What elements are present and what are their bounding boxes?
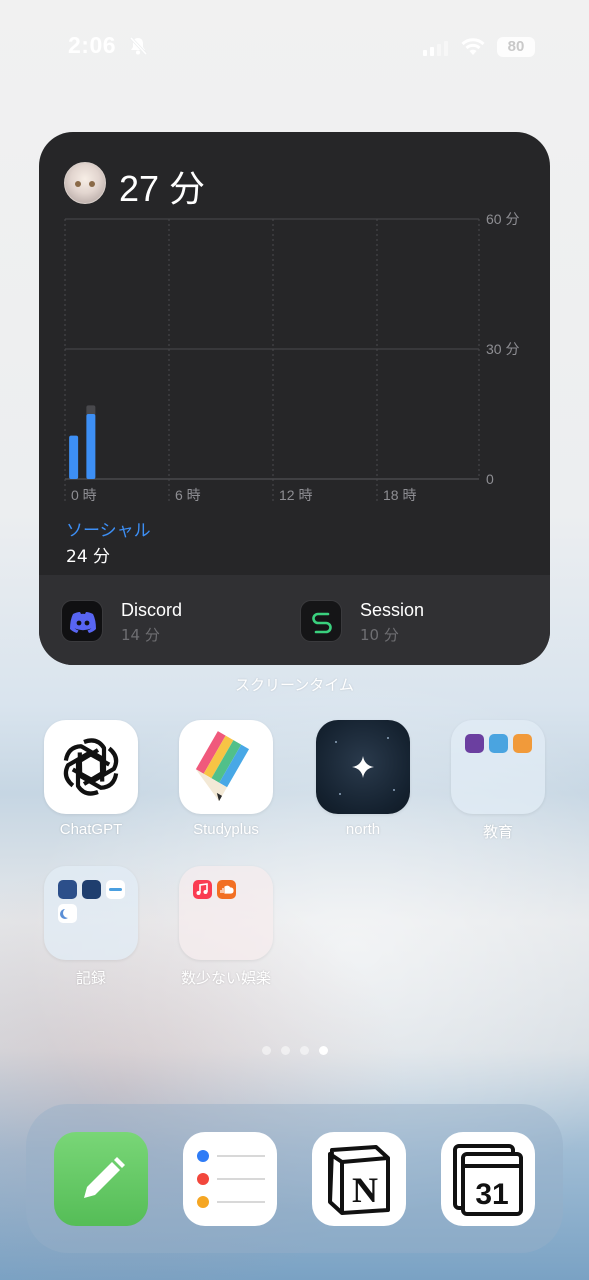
category-time: 24 分 [66, 547, 111, 567]
app-usage-discord[interactable]: Discord 14 分 [61, 600, 281, 644]
app-label: 記録 [75, 970, 106, 987]
app-name: Session [360, 600, 425, 620]
bird-app-icon [82, 880, 101, 899]
app-mini-icon [513, 734, 532, 753]
grape-app-icon [465, 734, 484, 753]
notion-glyph: N [352, 1170, 378, 1210]
app-label: 数少ない娯楽 [180, 970, 271, 987]
app-mini-icon [106, 880, 125, 899]
music-app-icon [193, 880, 212, 899]
calendar-glyph: 31 [475, 1178, 508, 1211]
page-dot[interactable] [280, 1046, 290, 1055]
app-chatgpt[interactable]: ChatGPT [26, 720, 156, 838]
bell-slash-icon [128, 36, 148, 60]
page-dot-active[interactable] [318, 1046, 328, 1055]
app-time: 14 分 [121, 626, 160, 644]
north-star-icon [316, 720, 410, 814]
x-tick-label: 12 時 [279, 487, 312, 503]
app-label: ChatGPT [59, 821, 123, 838]
app-label: Studyplus [193, 821, 259, 838]
app-mini-icon [489, 734, 508, 753]
y-tick-label: 0 [486, 471, 494, 487]
folder-education[interactable]: 教育 [433, 720, 563, 842]
chart-bar-social [86, 414, 96, 479]
folder-records[interactable]: 記録 [26, 866, 156, 988]
page-dot[interactable] [261, 1046, 271, 1055]
pencil-icon[interactable] [54, 1132, 148, 1226]
session-icon [300, 600, 342, 642]
page-dot[interactable] [299, 1046, 309, 1055]
y-tick-label: 60 分 [486, 211, 519, 227]
reminders-icon[interactable] [183, 1132, 277, 1226]
chart-gridlines [64, 218, 480, 502]
folder-entertainment[interactable]: 数少ない娯楽 [161, 866, 291, 988]
chart-bar-social [69, 435, 79, 479]
app-studyplus[interactable]: Studyplus [161, 720, 291, 838]
app-north[interactable]: north [298, 720, 428, 838]
x-tick-label: 6 時 [175, 487, 201, 503]
screen-time-widget[interactable]: 27 分 60 分 30 分 0 0 時 6 時 12 時 18 時 ソーシャル… [39, 132, 550, 665]
folder-icon [44, 866, 138, 960]
x-tick-label: 0 時 [71, 487, 97, 503]
folder-icon [179, 866, 273, 960]
battery-icon: 80 [497, 37, 535, 57]
moon-app-icon [58, 904, 77, 923]
cellular-signal-icon [423, 40, 449, 60]
y-tick-label: 30 分 [486, 341, 519, 357]
studyplus-icon [179, 720, 273, 814]
app-name: Discord [121, 600, 183, 620]
chart-bars [69, 405, 96, 479]
app-time: 10 分 [360, 626, 399, 644]
soundcloud-app-icon [217, 880, 236, 899]
app-usage-session[interactable]: Session 10 分 [300, 600, 520, 644]
wifi-icon [460, 37, 486, 61]
widget-caption: スクリーンタイム [235, 676, 354, 694]
discord-icon [61, 600, 103, 642]
page-indicator[interactable] [0, 1040, 589, 1059]
app-label: north [345, 821, 381, 838]
status-bar: 2:06 80 [0, 0, 589, 92]
app-mini-icon [58, 880, 77, 899]
x-tick-label: 18 時 [383, 487, 416, 503]
notion-icon[interactable]: N [312, 1132, 406, 1226]
folder-icon [451, 720, 545, 814]
chatgpt-icon [44, 720, 138, 814]
app-label: 教育 [482, 824, 513, 841]
dock: N 31 [26, 1104, 563, 1253]
category-label: ソーシャル [66, 521, 151, 541]
calendar-icon[interactable]: 31 [441, 1132, 535, 1226]
status-time: 2:06 [68, 32, 117, 58]
